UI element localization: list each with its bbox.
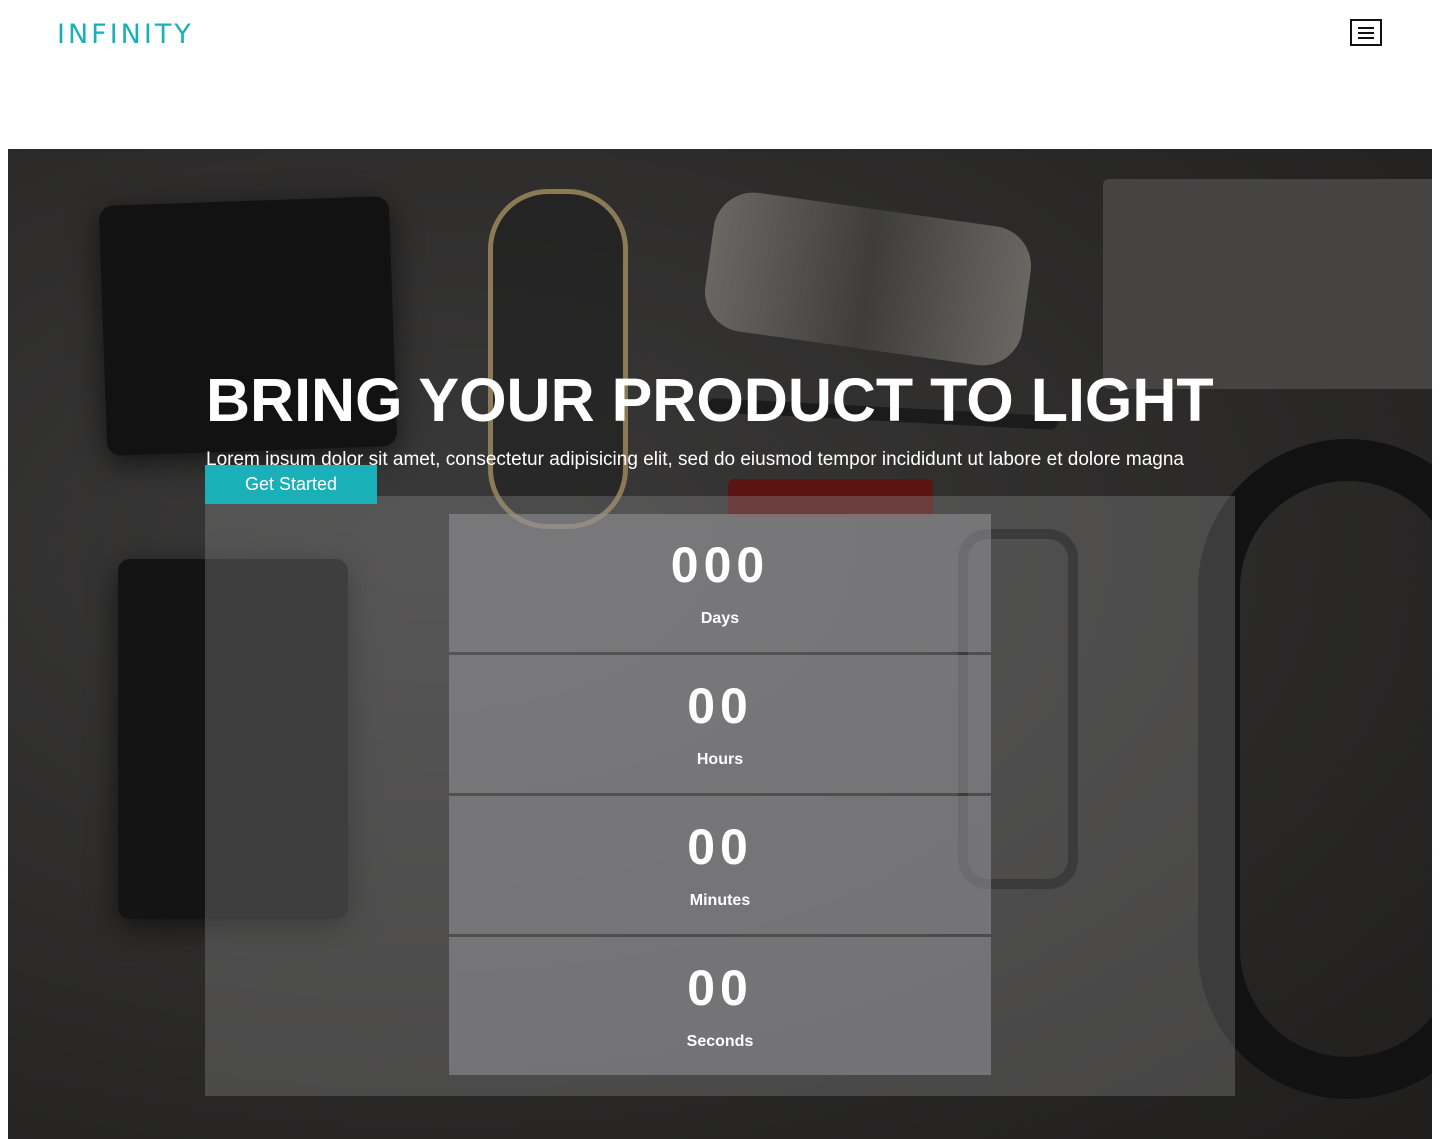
countdown-seconds-value: 00 bbox=[687, 960, 753, 1016]
get-started-button[interactable]: Get Started bbox=[205, 465, 377, 504]
hero-title: BRING YOUR PRODUCT TO LIGHT bbox=[206, 366, 1214, 434]
menu-bar bbox=[1358, 37, 1374, 39]
countdown-days: 000 Days bbox=[449, 514, 991, 652]
sunglasses-image bbox=[488, 189, 628, 529]
site-header: INFINITY bbox=[0, 0, 1440, 149]
countdown-minutes: 00 Minutes bbox=[449, 796, 991, 934]
hero-section: BRING YOUR PRODUCT TO LIGHT Lorem ipsum … bbox=[8, 149, 1432, 1139]
menu-bar bbox=[1358, 32, 1374, 34]
countdown-minutes-value: 00 bbox=[687, 819, 753, 875]
bowtie-image bbox=[699, 187, 1037, 371]
countdown-hours-label: Hours bbox=[696, 751, 744, 768]
countdown-days-label: Days bbox=[700, 610, 740, 627]
countdown-hours: 00 Hours bbox=[449, 655, 991, 793]
hamburger-menu-icon[interactable] bbox=[1350, 19, 1382, 46]
notebook-image bbox=[1103, 179, 1432, 389]
countdown-minutes-label: Minutes bbox=[689, 892, 751, 909]
countdown-seconds: 00 Seconds bbox=[449, 937, 991, 1075]
countdown-hours-value: 00 bbox=[687, 678, 753, 734]
countdown-seconds-label: Seconds bbox=[686, 1033, 754, 1050]
site-logo[interactable]: INFINITY bbox=[57, 19, 194, 50]
countdown-days-value: 000 bbox=[670, 537, 770, 593]
menu-bar bbox=[1358, 27, 1374, 29]
countdown-panel: 000 Days 00 Hours 00 Minutes 00 Seconds bbox=[205, 496, 1235, 1096]
countdown-timer: 000 Days 00 Hours 00 Minutes 00 Seconds bbox=[449, 514, 991, 1075]
